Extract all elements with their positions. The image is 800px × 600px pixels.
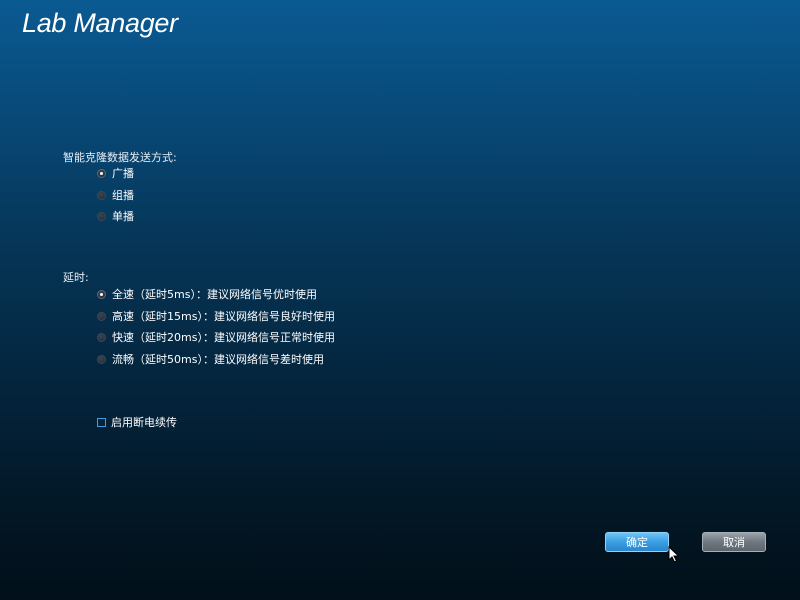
delay-label: 延时:	[63, 271, 89, 284]
radio-unselected-icon	[97, 311, 106, 321]
radio-broadcast-label: 广播	[112, 167, 134, 180]
radio-delay-fast-label: 快速（延时20ms）：建议网络信号正常时使用	[112, 331, 335, 344]
radio-delay-smooth[interactable]: 流畅（延时50ms）：建议网络信号差时使用	[97, 352, 324, 366]
app-title: Lab Manager	[22, 8, 178, 38]
radio-unicast[interactable]: 单播	[97, 209, 134, 223]
resume-transfer-checkbox[interactable]: 启用断电续传	[97, 415, 177, 429]
radio-delay-full-speed[interactable]: 全速（延时5ms）：建议网络信号优时使用	[97, 287, 317, 301]
resume-transfer-label: 启用断电续传	[111, 416, 177, 429]
radio-unselected-icon	[97, 332, 106, 342]
radio-delay-smooth-label: 流畅（延时50ms）：建议网络信号差时使用	[112, 353, 324, 366]
radio-broadcast[interactable]: 广播	[97, 166, 134, 180]
ok-button[interactable]: 确定	[605, 532, 669, 552]
cancel-button[interactable]: 取消	[702, 532, 766, 552]
cancel-button-label: 取消	[723, 536, 745, 549]
radio-delay-fast[interactable]: 快速（延时20ms）：建议网络信号正常时使用	[97, 330, 335, 344]
mouse-pointer-icon	[668, 546, 680, 563]
radio-unselected-icon	[97, 354, 106, 364]
checkbox-icon	[97, 417, 106, 427]
radio-delay-full-speed-label: 全速（延时5ms）：建议网络信号优时使用	[112, 288, 317, 301]
radio-selected-icon	[97, 289, 106, 299]
radio-unselected-icon	[97, 190, 106, 200]
radio-unselected-icon	[97, 211, 106, 221]
radio-delay-high-speed[interactable]: 高速（延时15ms）：建议网络信号良好时使用	[97, 309, 335, 323]
radio-delay-high-speed-label: 高速（延时15ms）：建议网络信号良好时使用	[112, 310, 335, 323]
send-mode-label: 智能克隆数据发送方式:	[63, 151, 177, 164]
radio-multicast[interactable]: 组播	[97, 188, 134, 202]
radio-multicast-label: 组播	[112, 189, 134, 202]
ok-button-label: 确定	[626, 536, 648, 549]
radio-selected-icon	[97, 168, 106, 178]
radio-unicast-label: 单播	[112, 210, 134, 223]
